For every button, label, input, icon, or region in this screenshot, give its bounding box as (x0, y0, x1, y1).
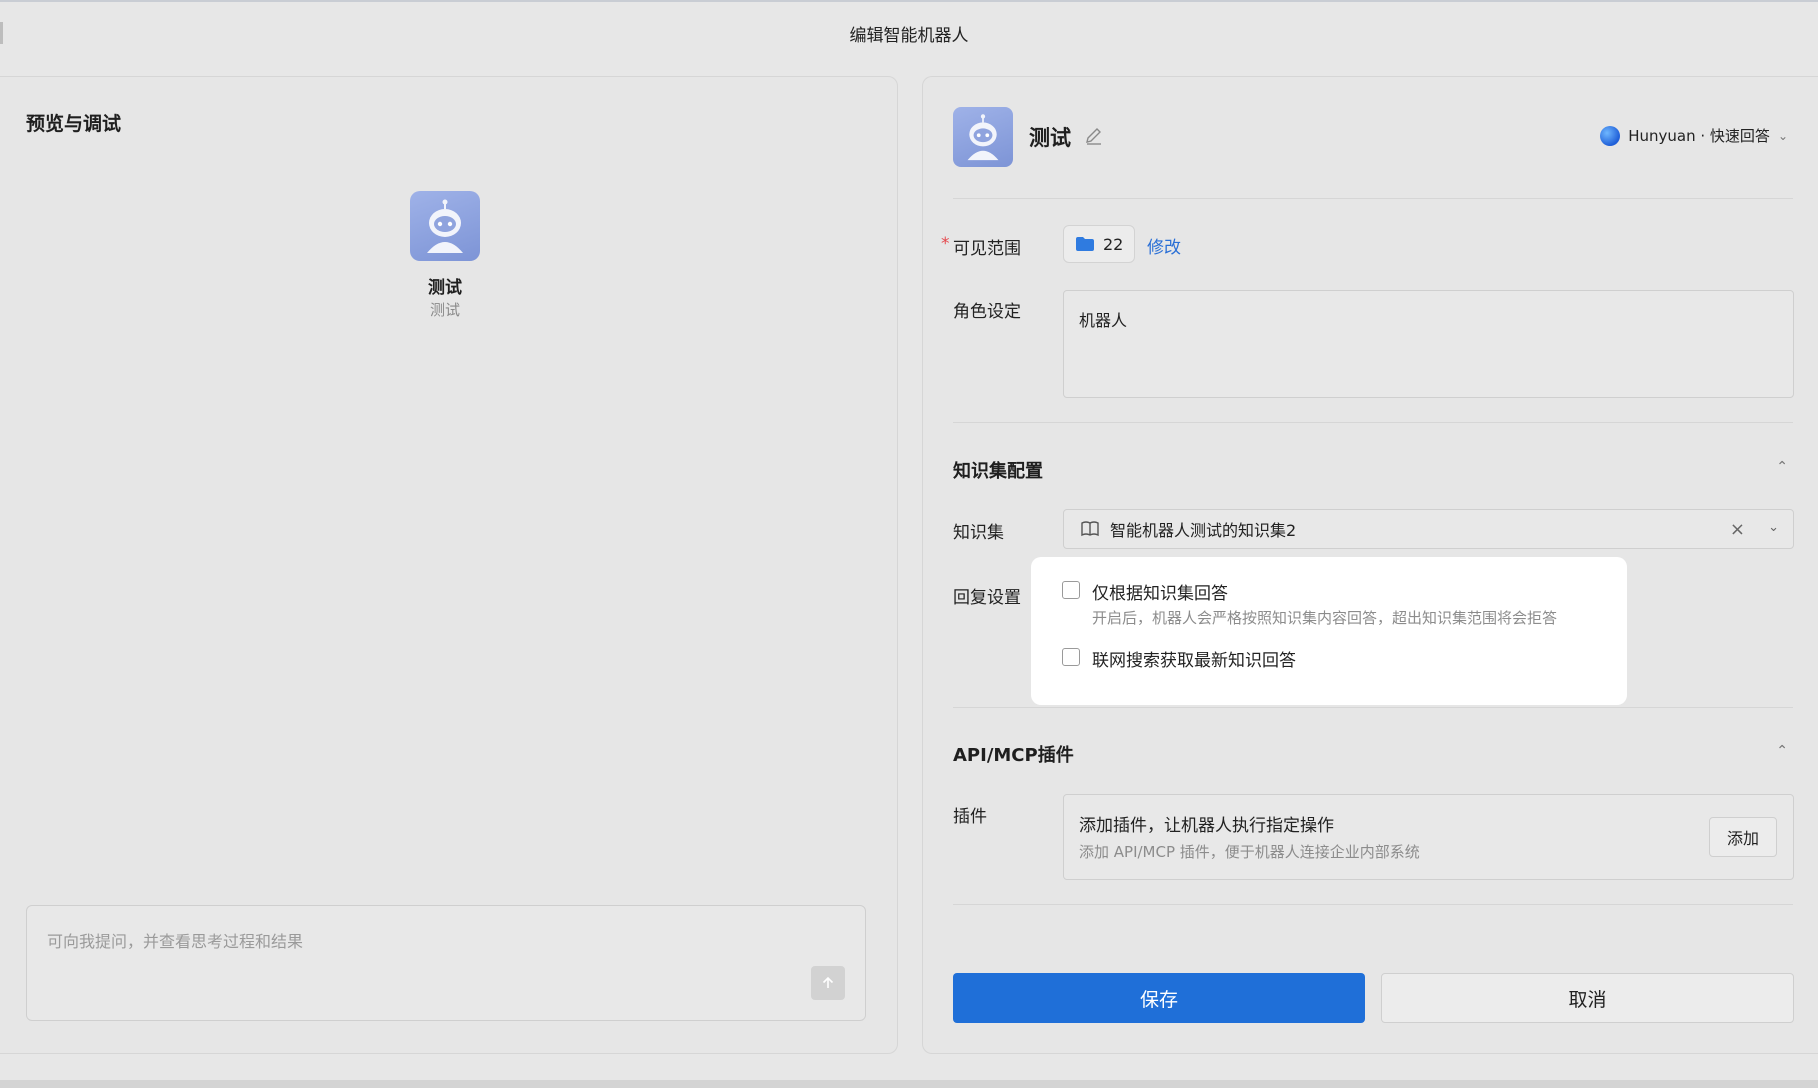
chevron-up-icon[interactable]: ⌃ (1776, 459, 1788, 475)
plugins-section-title: API/MCP插件 (953, 745, 1074, 766)
kb-only-hint: 开启后，机器人会严格按照知识集内容回答，超出知识集范围将会拒答 (1092, 609, 1558, 627)
hunyuan-logo-icon (1600, 125, 1621, 146)
left-edge-marker (0, 22, 3, 44)
window-title-bar: 编辑智能机器人 (0, 0, 1818, 64)
web-search-checkbox[interactable] (1062, 648, 1080, 666)
visibility-count: 22 (1103, 234, 1124, 254)
divider (953, 904, 1793, 905)
chat-input-placeholder: 可向我提问，并查看思考过程和结果 (47, 932, 304, 951)
bot-avatar[interactable] (953, 107, 1013, 167)
save-button[interactable]: 保存 (953, 973, 1365, 1023)
cancel-button[interactable]: 取消 (1381, 973, 1794, 1023)
send-button[interactable] (811, 966, 845, 1000)
folder-icon (1076, 237, 1094, 251)
knowledge-section-title: 知识集配置 (953, 461, 1043, 482)
reply-settings-card: 仅根据知识集回答 开启后，机器人会严格按照知识集内容回答，超出知识集范围将会拒答… (1031, 557, 1627, 705)
chat-input[interactable]: 可向我提问，并查看思考过程和结果 (26, 905, 866, 1021)
cutoff-section-title (953, 937, 1013, 945)
kb-select-value: 智能机器人测试的知识集2 (1110, 521, 1297, 540)
visibility-scope-chip[interactable]: 22 (1063, 225, 1136, 263)
robot-icon (427, 199, 463, 253)
divider (953, 422, 1793, 423)
bottom-strip (0, 1080, 1818, 1088)
pencil-icon[interactable] (1083, 125, 1105, 147)
arrow-up-icon (822, 976, 834, 988)
plugin-label: 插件 (953, 807, 987, 827)
add-plugin-button[interactable]: 添加 (1709, 817, 1777, 857)
close-icon[interactable]: × (1730, 519, 1745, 540)
plugin-box: 添加插件，让机器人执行指定操作 添加 API/MCP 插件，便于机器人连接企业内… (1063, 794, 1794, 880)
kb-only-label[interactable]: 仅根据知识集回答 (1092, 579, 1228, 604)
web-search-label[interactable]: 联网搜索获取最新知识回答 (1092, 646, 1296, 671)
kb-select[interactable]: 智能机器人测试的知识集2 × ⌄ (1063, 509, 1794, 549)
preview-bot-name: 测试 (428, 278, 462, 298)
reply-settings-label: 回复设置 (953, 588, 1021, 608)
bot-name: 测试 (1029, 126, 1071, 150)
preview-bot-description: 测试 (429, 301, 460, 319)
visibility-label: * 可见范围 (941, 234, 1021, 259)
kb-label: 知识集 (953, 523, 1004, 543)
divider (953, 198, 1793, 199)
divider (953, 707, 1793, 708)
chevron-down-icon: ⌄ (1777, 128, 1788, 143)
model-select-value: Hunyuan · 快速回答 (1628, 127, 1770, 145)
preview-bot-avatar (410, 191, 480, 261)
book-icon (1081, 521, 1099, 537)
model-select[interactable]: Hunyuan · 快速回答 ⌄ (1600, 125, 1788, 146)
preview-title: 预览与调试 (26, 113, 122, 135)
robot-icon (967, 114, 999, 161)
chevron-down-icon[interactable]: ⌄ (1768, 520, 1779, 535)
visibility-label-text: 可见范围 (953, 239, 1021, 259)
config-panel: 测试 Hunyuan · 快速回答 ⌄ * 可见范围 22 修改 角色设定 机器… (922, 76, 1818, 1054)
visibility-modify-link[interactable]: 修改 (1147, 233, 1181, 258)
required-mark: * (941, 234, 950, 254)
window-title: 编辑智能机器人 (849, 25, 969, 46)
chevron-up-icon[interactable]: ⌃ (1776, 743, 1788, 759)
role-label: 角色设定 (953, 302, 1021, 322)
plugin-box-hint: 添加 API/MCP 插件，便于机器人连接企业内部系统 (1079, 843, 1420, 861)
preview-panel: 预览与调试 测试 测试 可向我提问，并查看思考过程和结果 (0, 76, 898, 1054)
role-textarea[interactable]: 机器人 (1063, 290, 1794, 398)
plugin-box-title: 添加插件，让机器人执行指定操作 (1079, 816, 1334, 836)
kb-only-checkbox[interactable] (1062, 581, 1080, 599)
